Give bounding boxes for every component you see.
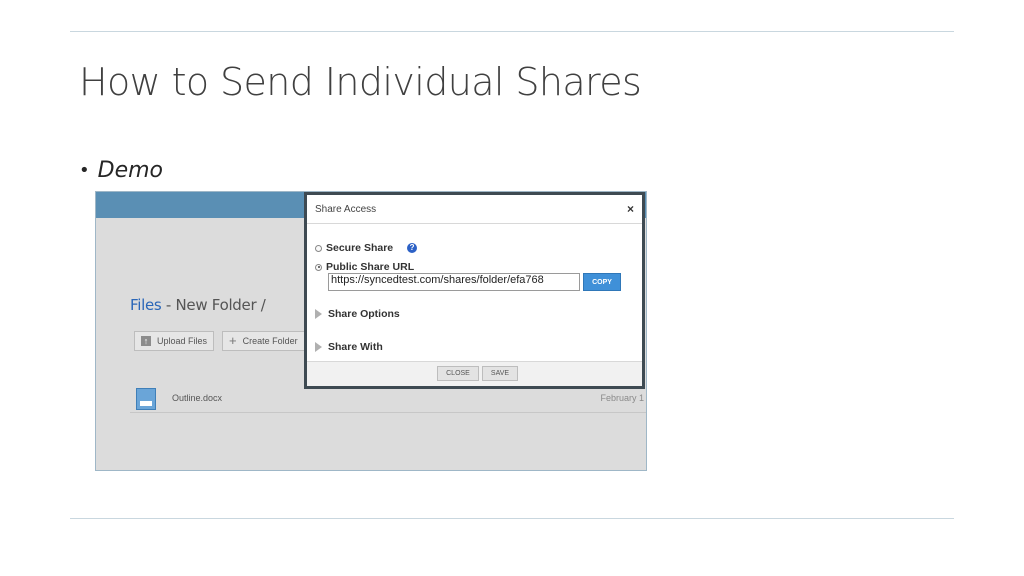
public-share-url-label: Public Share URL — [326, 261, 415, 273]
breadcrumb-current: New Folder / — [175, 296, 266, 314]
plus-icon: + — [229, 333, 237, 348]
share-options-label: Share Options — [328, 308, 400, 320]
close-icon[interactable]: × — [627, 202, 634, 216]
secure-share-radio[interactable] — [315, 244, 322, 252]
expand-triangle-icon — [315, 342, 322, 352]
public-share-url-option[interactable]: Public Share URL — [315, 261, 414, 273]
help-icon[interactable]: ? — [407, 243, 418, 253]
secure-share-label: Secure Share — [326, 242, 394, 254]
file-row[interactable]: Outline.docx February 1 — [130, 388, 646, 413]
share-with-label: Share With — [328, 341, 383, 353]
file-name: Outline.docx — [172, 393, 223, 403]
share-url-field[interactable]: https://syncedtest.com/shares/folder/efa… — [328, 273, 580, 291]
create-folder-button[interactable]: + Create Folder — [222, 331, 306, 351]
bullet-text: Demo — [97, 158, 163, 183]
secure-share-option[interactable]: Secure Share ? — [315, 242, 418, 254]
dialog-header: Share Access × — [307, 195, 642, 224]
public-share-url-radio[interactable] — [315, 263, 322, 271]
top-divider — [70, 31, 954, 32]
slide-title: How to Send Individual Shares — [79, 60, 642, 104]
dialog-title: Share Access — [315, 204, 377, 215]
breadcrumb-separator: - — [161, 296, 176, 314]
share-with-toggle[interactable]: Share With — [315, 341, 383, 353]
upload-files-label: Upload Files — [156, 336, 207, 346]
upload-files-button[interactable]: ↑ Upload Files — [134, 331, 214, 351]
breadcrumb-files-link[interactable]: Files — [130, 296, 162, 314]
dialog-footer: CLOSE SAVE — [307, 361, 642, 386]
document-file-icon — [136, 388, 156, 410]
copy-button[interactable]: COPY — [583, 273, 621, 291]
bullet-dot: • — [79, 160, 90, 181]
share-options-toggle[interactable]: Share Options — [315, 308, 400, 320]
bottom-divider — [70, 518, 954, 519]
breadcrumb: Files - New Folder / — [130, 296, 266, 314]
save-button[interactable]: SAVE — [482, 366, 518, 381]
close-button[interactable]: CLOSE — [437, 366, 479, 381]
upload-icon: ↑ — [141, 336, 151, 346]
file-date: February 1 — [600, 393, 644, 403]
expand-triangle-icon — [315, 309, 322, 319]
bullet-item: • Demo — [79, 158, 163, 183]
create-folder-label: Create Folder — [242, 336, 298, 346]
share-access-dialog: Share Access × Secure Share ? Public Sha… — [304, 192, 645, 389]
